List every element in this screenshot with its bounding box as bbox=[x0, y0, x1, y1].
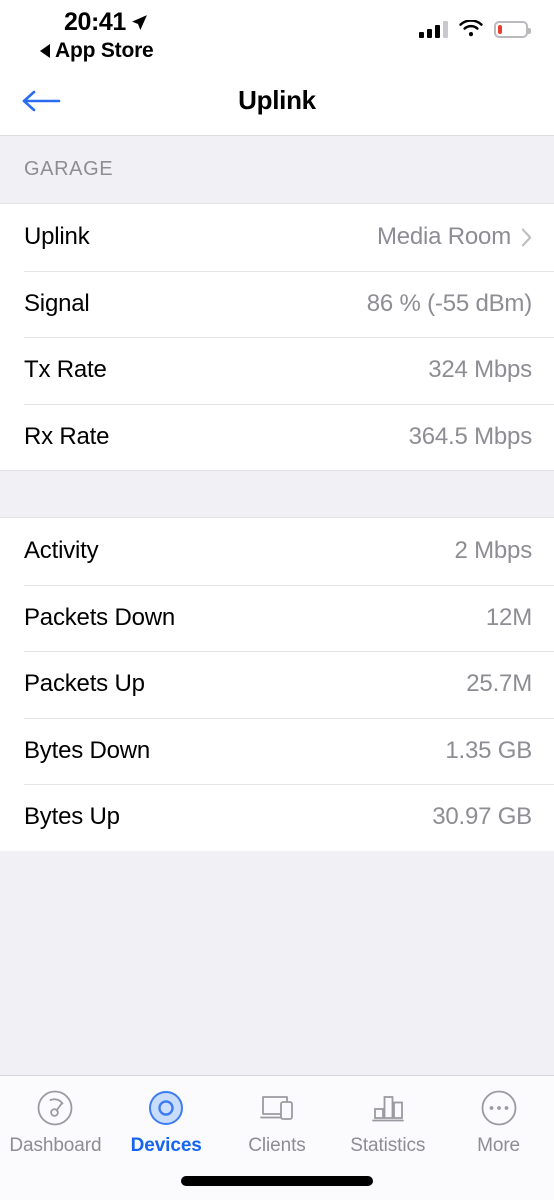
list-item-packets-down: Packets Down 12M bbox=[0, 584, 554, 651]
tab-clients[interactable]: Clients bbox=[222, 1086, 333, 1157]
back-to-app-button[interactable]: App Store bbox=[26, 40, 154, 61]
status-bar-left: 20:41 App Store bbox=[26, 10, 154, 61]
row-label: Rx Rate bbox=[24, 422, 110, 450]
back-button[interactable] bbox=[18, 81, 64, 121]
row-value: 30.97 GB bbox=[432, 803, 532, 831]
row-value: 364.5 Mbps bbox=[408, 422, 533, 450]
row-value: 25.7M bbox=[466, 670, 532, 698]
list-section-traffic: Activity 2 Mbps Packets Down 12M Packets… bbox=[0, 518, 554, 851]
list-section-garage: Uplink Media Room Signal 86 % (-55 dBm) … bbox=[0, 204, 554, 470]
list-item-rx-rate: Rx Rate 364.5 Mbps bbox=[0, 403, 554, 470]
battery-icon bbox=[494, 20, 531, 38]
tab-label: Dashboard bbox=[9, 1135, 102, 1156]
list-item-packets-up: Packets Up 25.7M bbox=[0, 651, 554, 718]
home-indicator bbox=[181, 1176, 373, 1186]
back-to-app-label: App Store bbox=[55, 39, 154, 62]
status-bar: 20:41 App Store bbox=[0, 0, 554, 66]
row-right: 86 % (-55 dBm) bbox=[367, 290, 532, 318]
tab-label: Devices bbox=[130, 1135, 202, 1156]
content-area: GARAGE Uplink Media Room Signal 86 % (-5… bbox=[0, 136, 554, 1073]
row-right: 12M bbox=[486, 604, 532, 632]
row-label: Uplink bbox=[24, 223, 90, 251]
list-item-uplink[interactable]: Uplink Media Room bbox=[0, 204, 554, 271]
row-value: Media Room bbox=[376, 223, 511, 251]
row-label: Signal bbox=[24, 289, 90, 317]
list-item-signal: Signal 86 % (-55 dBm) bbox=[0, 270, 554, 337]
tab-label: More bbox=[477, 1135, 521, 1156]
list-item-activity: Activity 2 Mbps bbox=[0, 518, 554, 585]
row-right: 30.97 GB bbox=[432, 803, 532, 831]
row-label: Bytes Up bbox=[24, 803, 120, 831]
gauge-icon bbox=[33, 1086, 77, 1130]
tab-label: Statistics bbox=[350, 1135, 426, 1156]
row-value: 1.35 GB bbox=[445, 736, 532, 764]
section-header-garage: GARAGE bbox=[0, 136, 554, 204]
device-ring-icon bbox=[144, 1086, 188, 1130]
tab-label: Clients bbox=[248, 1135, 306, 1156]
location-arrow-icon bbox=[132, 15, 147, 30]
bar-chart-icon bbox=[366, 1086, 410, 1130]
row-label: Bytes Down bbox=[24, 736, 151, 764]
list-item-bytes-down: Bytes Down 1.35 GB bbox=[0, 717, 554, 784]
row-value: 86 % (-55 dBm) bbox=[366, 289, 532, 317]
navigation-bar: Uplink bbox=[0, 66, 554, 136]
list-item-bytes-up: Bytes Up 30.97 GB bbox=[0, 784, 554, 851]
row-label: Packets Down bbox=[24, 603, 175, 631]
row-value: 324 Mbps bbox=[428, 356, 532, 384]
status-bar-right bbox=[419, 20, 531, 38]
row-right: 364.5 Mbps bbox=[408, 422, 533, 451]
row-label: Packets Up bbox=[24, 670, 145, 698]
clients-icon bbox=[255, 1086, 299, 1130]
row-right: 25.7M bbox=[466, 670, 532, 698]
row-label: Tx Rate bbox=[24, 356, 107, 384]
list-item-tx-rate: Tx Rate 324 Mbps bbox=[0, 337, 554, 404]
row-right: 1.35 GB bbox=[445, 737, 532, 765]
row-right: 2 Mbps bbox=[454, 537, 532, 565]
empty-space bbox=[0, 850, 554, 1073]
tab-statistics[interactable]: Statistics bbox=[332, 1086, 443, 1157]
back-arrow-icon bbox=[22, 90, 61, 111]
section-gap bbox=[0, 470, 554, 518]
section-header-label: GARAGE bbox=[24, 158, 114, 180]
tab-dashboard[interactable]: Dashboard bbox=[0, 1086, 111, 1157]
tab-devices[interactable]: Devices bbox=[111, 1086, 222, 1157]
app-screen: 20:41 App Store Uplink GARAGE Uplink Med… bbox=[0, 0, 554, 1200]
status-time: 20:41 bbox=[64, 8, 126, 36]
row-right: Media Room bbox=[377, 223, 532, 251]
ellipsis-icon bbox=[477, 1086, 521, 1130]
chevron-right-icon bbox=[521, 228, 532, 247]
row-label: Activity bbox=[24, 537, 99, 565]
cellular-signal-icon bbox=[419, 20, 448, 38]
status-time-group: 20:41 bbox=[26, 10, 148, 35]
page-title: Uplink bbox=[238, 85, 316, 115]
wifi-icon bbox=[459, 20, 483, 37]
row-right: 324 Mbps bbox=[428, 356, 532, 384]
back-triangle-icon bbox=[40, 43, 50, 58]
tab-more[interactable]: More bbox=[443, 1086, 554, 1157]
row-value: 2 Mbps bbox=[454, 537, 532, 565]
row-value: 12M bbox=[485, 603, 532, 631]
